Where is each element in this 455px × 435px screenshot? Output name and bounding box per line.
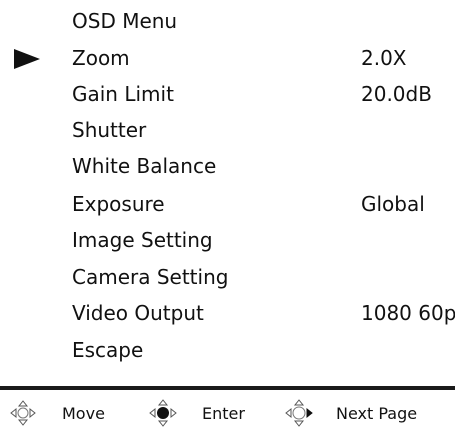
menu-item-label: Gain Limit — [72, 82, 174, 106]
menu-item-value: Global — [361, 192, 425, 216]
hint-move-label: Move — [62, 404, 105, 423]
menu-item-escape[interactable]: Escape — [0, 333, 455, 367]
footer-hints: Move Enter Next Page — [0, 398, 455, 430]
dpad-right-icon — [285, 399, 313, 427]
menu-item-value: 1080 60p — [361, 301, 455, 325]
menu-item-white-balance[interactable]: White Balance — [0, 149, 455, 183]
hint-next-page-label: Next Page — [336, 404, 418, 423]
menu-item-exposure[interactable]: Exposure Global — [0, 187, 455, 221]
dpad-all-directions-icon — [10, 400, 36, 426]
menu-item-label: Shutter — [72, 118, 147, 142]
hint-move: Move — [10, 398, 130, 430]
menu-title: OSD Menu — [72, 9, 178, 33]
menu-item-video-output[interactable]: Video Output 1080 60p — [0, 296, 455, 330]
menu-item-value: 20.0dB — [361, 82, 432, 106]
hint-enter: Enter — [148, 398, 268, 430]
menu-item-gain-limit[interactable]: Gain Limit 20.0dB — [0, 77, 455, 111]
selection-cursor-icon — [14, 49, 40, 69]
menu-item-camera-setting[interactable]: Camera Setting — [0, 260, 455, 294]
menu-item-label: Escape — [72, 338, 144, 362]
menu-item-zoom[interactable]: Zoom 2.0X — [0, 41, 455, 75]
menu-item-label: White Balance — [72, 154, 217, 178]
menu-item-label: Exposure — [72, 192, 165, 216]
menu-item-value: 2.0X — [361, 46, 407, 70]
menu-item-label: Image Setting — [72, 228, 213, 252]
menu-item-label: Camera Setting — [72, 265, 229, 289]
hint-enter-label: Enter — [202, 404, 245, 423]
menu-item-label: Video Output — [72, 301, 204, 325]
dpad-center-icon — [149, 399, 177, 427]
hint-next-page: Next Page — [284, 398, 455, 430]
menu-item-image-setting[interactable]: Image Setting — [0, 223, 455, 257]
footer-divider — [0, 386, 455, 390]
menu-item-label: Zoom — [72, 46, 130, 70]
menu-item-shutter[interactable]: Shutter — [0, 113, 455, 147]
